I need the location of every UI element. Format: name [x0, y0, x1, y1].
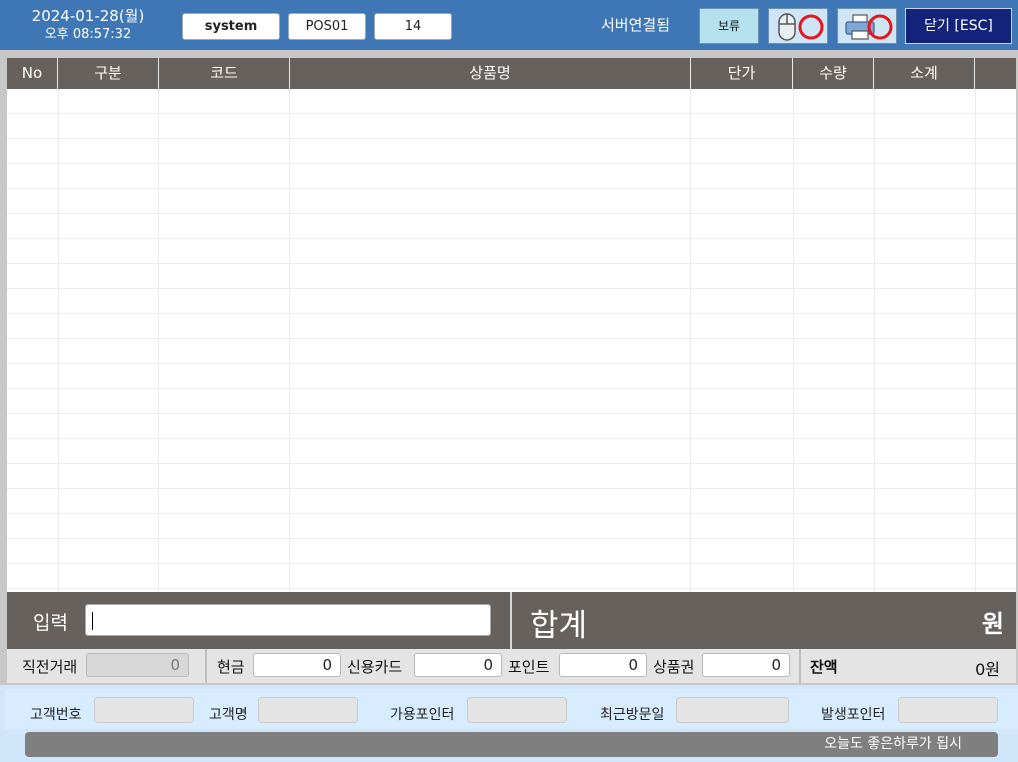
col-no[interactable]: No [7, 58, 58, 89]
input-bar: 입력 합계 원 [7, 592, 1016, 649]
table-row[interactable] [7, 414, 1016, 439]
mouse-status-button[interactable] [768, 8, 828, 44]
table-row[interactable] [7, 214, 1016, 239]
input-label: 입력 [33, 612, 68, 634]
table-row[interactable] [7, 364, 1016, 389]
message-bar: 오늘도 좋은하루가 됩시 [25, 732, 998, 757]
close-button[interactable]: 닫기 [ESC] [905, 8, 1012, 44]
datetime: 2024-01-28(월) 오후 08:57:32 [24, 6, 152, 44]
input-divider [510, 592, 512, 649]
hold-button[interactable]: 보류 [699, 8, 759, 44]
server-status-label: 서버연결됨 [601, 16, 671, 34]
grid-header: No 구분 코드 상품명 단가 수량 소계 [7, 58, 1016, 89]
col-quantity[interactable]: 수량 [793, 58, 874, 89]
customer-name-label: 고객명 [209, 707, 248, 723]
table-row[interactable] [7, 139, 1016, 164]
payment-divider [205, 649, 207, 683]
prev-transaction-field: 0 [86, 653, 189, 677]
mouse-icon [778, 13, 824, 41]
table-row[interactable] [7, 489, 1016, 514]
customer-name-field [258, 697, 358, 723]
table-row[interactable] [7, 389, 1016, 414]
table-row[interactable] [7, 289, 1016, 314]
earned-points-field [898, 697, 998, 723]
customer-number-label: 고객번호 [30, 707, 82, 723]
total-label: 합계 [530, 608, 588, 644]
prev-transaction-label: 직전거래 [22, 658, 78, 676]
table-row[interactable] [7, 539, 1016, 564]
table-row[interactable] [7, 189, 1016, 214]
barcode-input[interactable] [85, 604, 491, 636]
available-points-label: 가용포인터 [390, 707, 455, 723]
col-code[interactable]: 코드 [159, 58, 290, 89]
table-row[interactable] [7, 264, 1016, 289]
table-row[interactable] [7, 89, 1016, 114]
top-bar: 2024-01-28(월) 오후 08:57:32 system POS01 1… [0, 0, 1018, 50]
total-amount: 원 [981, 610, 1004, 638]
customer-number-field [94, 697, 194, 723]
customer-panel: 고객번호 고객명 가용포인터 최근방문일 발생포인터 오늘도 좋은하루가 됩시 [0, 685, 1018, 762]
cash-field[interactable]: 0 [253, 653, 341, 677]
grid-body[interactable] [7, 89, 1016, 592]
table-row[interactable] [7, 314, 1016, 339]
date-label: 2024-01-28(월) [31, 7, 145, 25]
table-row[interactable] [7, 164, 1016, 189]
user-field: system [182, 13, 280, 40]
text-caret [92, 611, 93, 630]
printer-icon [845, 14, 893, 40]
point-label: 포인트 [508, 658, 550, 676]
last-visit-label: 최근방문일 [600, 707, 665, 723]
earned-points-label: 발생포인터 [821, 707, 886, 723]
balance-label: 잔액 [810, 658, 838, 676]
table-row[interactable] [7, 339, 1016, 364]
table-row[interactable] [7, 564, 1016, 589]
cash-label: 현금 [217, 658, 245, 676]
printer-status-button[interactable] [837, 8, 897, 44]
payment-bar: 직전거래 0 현금 0 신용카드 0 포인트 0 상품권 0 잔액 0원 [7, 649, 1016, 683]
col-subtotal[interactable]: 소계 [874, 58, 975, 89]
col-extra [975, 58, 1016, 89]
table-row[interactable] [7, 114, 1016, 139]
point-field[interactable]: 0 [559, 653, 647, 677]
voucher-label: 상품권 [653, 658, 695, 676]
pos-id-field: POS01 [288, 13, 366, 40]
voucher-field[interactable]: 0 [702, 653, 790, 677]
payment-divider [799, 649, 801, 683]
last-visit-field [676, 697, 789, 723]
available-points-field [467, 697, 567, 723]
table-row[interactable] [7, 464, 1016, 489]
col-category[interactable]: 구분 [58, 58, 159, 89]
card-field[interactable]: 0 [414, 653, 502, 677]
col-unit-price[interactable]: 단가 [691, 58, 793, 89]
receipt-number-field: 14 [374, 13, 452, 40]
table-row[interactable] [7, 239, 1016, 264]
col-product-name[interactable]: 상품명 [290, 58, 691, 89]
item-grid[interactable]: No 구분 코드 상품명 단가 수량 소계 [7, 58, 1016, 592]
time-label: 오후 08:57:32 [44, 27, 132, 42]
balance-value: 0원 [975, 660, 1000, 679]
card-label: 신용카드 [347, 658, 403, 676]
table-row[interactable] [7, 514, 1016, 539]
table-row[interactable] [7, 439, 1016, 464]
